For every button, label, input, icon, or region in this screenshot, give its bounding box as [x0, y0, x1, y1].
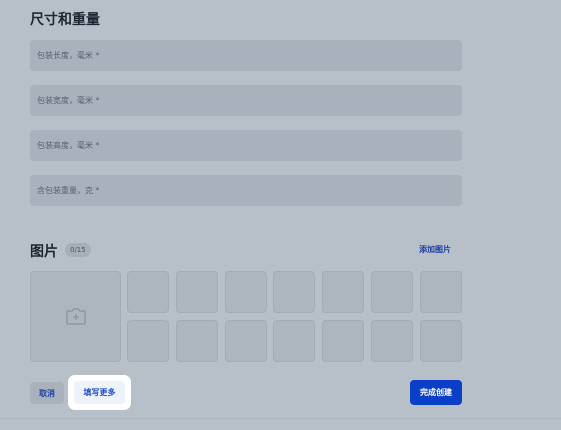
photo-slot[interactable] — [371, 320, 413, 362]
package-weight-placeholder: 含包装重量，克 * — [37, 186, 100, 195]
package-height-field[interactable]: 包装高度，毫米 * — [30, 130, 462, 161]
photo-slot[interactable] — [176, 320, 218, 362]
main-photo-slot[interactable] — [30, 271, 121, 362]
photo-slot[interactable] — [225, 320, 267, 362]
photo-slot[interactable] — [127, 320, 169, 362]
photo-slot[interactable] — [322, 271, 364, 313]
footer-divider — [0, 418, 561, 419]
add-photo-icon — [66, 308, 86, 325]
photo-slot[interactable] — [420, 320, 462, 362]
photo-slot[interactable] — [225, 271, 267, 313]
photo-slot[interactable] — [273, 271, 315, 313]
fill-more-button[interactable]: 填写更多 — [74, 381, 125, 404]
photo-count-badge: 0/15 — [65, 243, 91, 257]
dimensions-section-title: 尺寸和重量 — [30, 12, 100, 28]
package-width-placeholder: 包装宽度，毫米 * — [37, 96, 100, 105]
photo-slot[interactable] — [371, 271, 413, 313]
package-height-placeholder: 包装高度，毫米 * — [37, 141, 100, 150]
photo-slot[interactable] — [127, 271, 169, 313]
cancel-button[interactable]: 取消 — [30, 382, 64, 404]
package-length-placeholder: 包装长度，毫米 * — [37, 51, 100, 60]
photo-slot[interactable] — [176, 271, 218, 313]
photo-slot[interactable] — [420, 271, 462, 313]
package-weight-field[interactable]: 含包装重量，克 * — [30, 175, 462, 206]
complete-creation-button[interactable]: 完成创建 — [410, 380, 462, 405]
photo-slot[interactable] — [322, 320, 364, 362]
package-length-field[interactable]: 包装长度，毫米 * — [30, 40, 462, 71]
photos-section-title: 图片 — [30, 244, 58, 260]
package-width-field[interactable]: 包装宽度，毫米 * — [30, 85, 462, 116]
add-photos-link[interactable]: 添加图片 — [419, 244, 451, 255]
photo-slot[interactable] — [273, 320, 315, 362]
